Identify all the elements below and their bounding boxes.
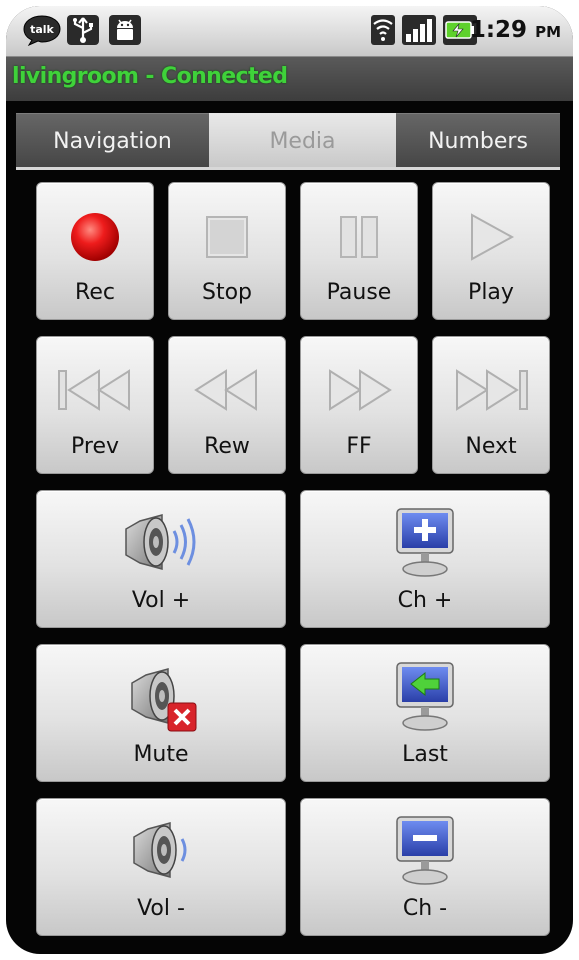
skip-previous-icon [58,369,130,411]
usb-icon [67,15,99,45]
talk-icon: talk [23,15,61,46]
stop-icon [206,216,248,258]
ff-label: FF [346,434,372,459]
prev-button[interactable]: Prev [36,336,154,474]
tab-bar: Navigation Media Numbers [16,113,560,169]
ch-up-button[interactable]: Ch + [300,490,550,628]
status-bar: talk 1:29 PM [6,6,573,57]
last-button[interactable]: Last [300,644,550,782]
vol-up-button[interactable]: Vol + [36,490,286,628]
clock-time: 1:29 [469,17,528,43]
vol-down-label: Vol - [137,896,185,921]
wifi-icon [371,15,395,45]
play-label: Play [468,280,514,305]
rew-button[interactable]: Rew [168,336,286,474]
vol-up-label: Vol + [131,588,191,613]
play-icon [471,213,515,261]
last-label: Last [402,742,448,767]
android-debug-icon [109,15,141,45]
speaker-volume-down-icon [133,822,187,878]
ch-up-label: Ch + [397,588,453,613]
ff-button[interactable]: FF [300,336,418,474]
stop-label: Stop [201,280,252,305]
speaker-mute-icon [131,668,197,732]
clock: 1:29 PM [470,17,561,43]
skip-next-icon [456,369,528,411]
ch-down-button[interactable]: Ch - [300,798,550,936]
record-icon [71,213,119,261]
tab-underline [16,167,560,170]
tab-numbers[interactable]: Numbers [396,113,560,169]
clock-ampm: PM [535,23,561,41]
rec-label: Rec [75,280,115,305]
connection-status-title: livingroom - Connected [12,64,288,89]
tab-navigation[interactable]: Navigation [16,113,209,169]
next-button[interactable]: Next [432,336,550,474]
rec-button[interactable]: Rec [36,182,154,320]
play-button[interactable]: Play [432,182,550,320]
fast-forward-icon [329,369,392,411]
vol-down-button[interactable]: Vol - [36,798,286,936]
signal-icon [402,15,436,45]
pause-label: Pause [326,280,392,305]
pause-icon [340,216,378,258]
phone-screen: talk 1:29 PM livingroom - Connected Navi… [6,6,573,954]
rewind-icon [194,369,257,411]
pause-button[interactable]: Pause [300,182,418,320]
monitor-minus-icon [396,816,454,885]
monitor-plus-icon [396,508,454,577]
rew-label: Rew [204,434,250,459]
title-bar: livingroom - Connected [6,57,573,101]
prev-label: Prev [71,434,119,459]
monitor-back-arrow-icon [396,662,454,731]
stop-button[interactable]: Stop [168,182,286,320]
speaker-volume-up-icon [125,514,196,570]
svg-text:talk: talk [30,23,54,36]
tab-media[interactable]: Media [209,113,396,169]
ch-down-label: Ch - [402,896,448,921]
mute-button[interactable]: Mute [36,644,286,782]
mute-label: Mute [133,742,189,767]
next-label: Next [465,434,517,459]
